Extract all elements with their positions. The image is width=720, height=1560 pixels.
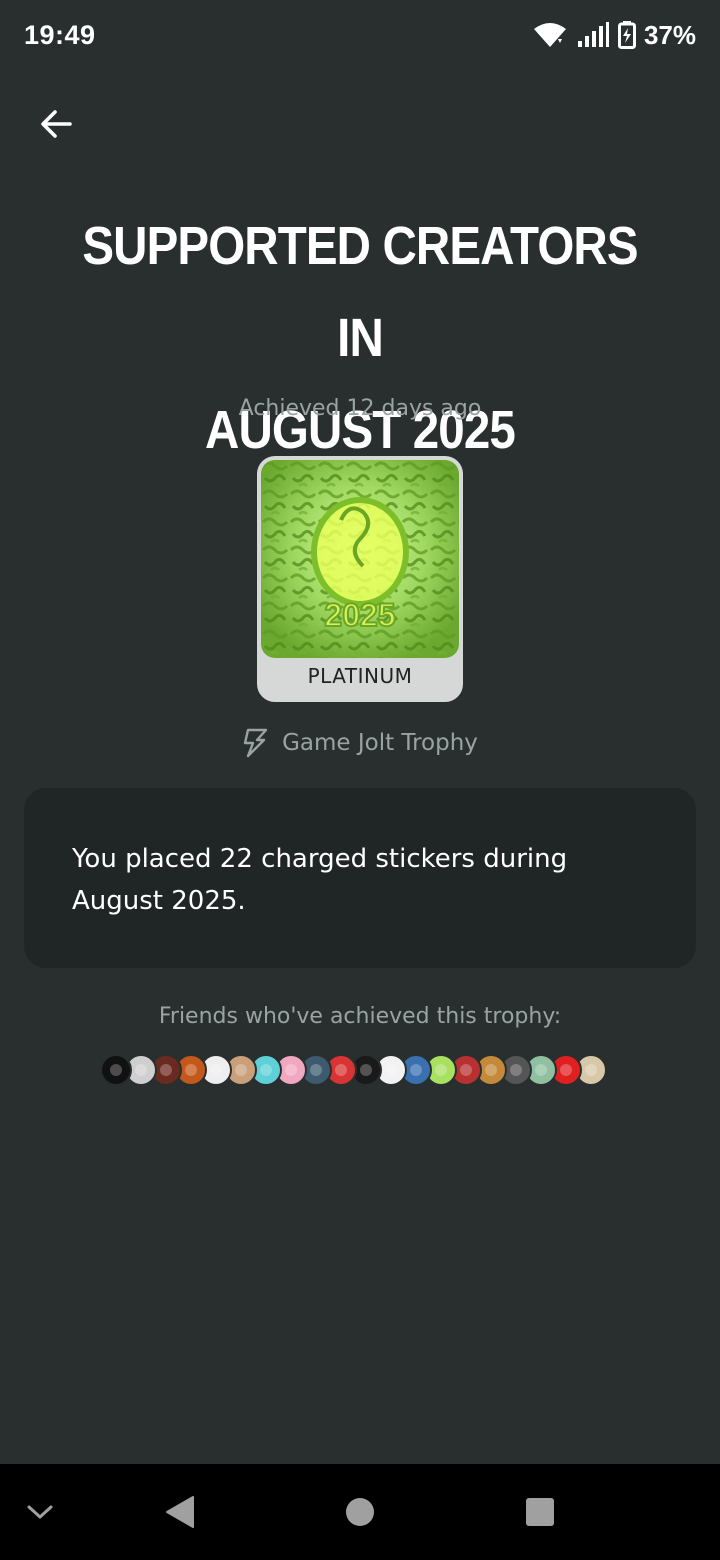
friends-avatar-list (100, 1054, 607, 1086)
avatar-face (210, 1064, 222, 1076)
avatar-face (185, 1064, 197, 1076)
avatar-face (535, 1064, 547, 1076)
avatar-face (335, 1064, 347, 1076)
friends-label: Friends who've achieved this trophy: (158, 1004, 562, 1029)
trophy-source: Game Jolt Trophy (0, 728, 720, 758)
status-time: 19:49 (24, 19, 96, 50)
avatar-face (360, 1064, 372, 1076)
trophy-source-label: Game Jolt Trophy (282, 730, 478, 756)
recents-nav-button[interactable] (520, 1492, 560, 1532)
trophy-image: 2025 (261, 460, 459, 658)
avatar-face (385, 1064, 397, 1076)
avatar-face (560, 1064, 572, 1076)
back-button[interactable] (30, 98, 82, 150)
back-nav-button[interactable] (160, 1492, 200, 1532)
trophy-title: SUPPORTED CREATORS IN AUGUST 2025 (82, 216, 638, 460)
triangle-back-icon (166, 1496, 194, 1528)
signal-icon (576, 21, 610, 49)
system-nav-bar (0, 1464, 720, 1560)
lightning-bolt-icon (243, 728, 268, 758)
avatar-face (510, 1064, 522, 1076)
avatar-face (285, 1064, 297, 1076)
hide-keyboard-button[interactable] (22, 1496, 58, 1528)
avatar-face (410, 1064, 422, 1076)
avatar-face (485, 1064, 497, 1076)
avatar-face (135, 1064, 147, 1076)
chevron-down-icon (27, 1505, 53, 1519)
trophy-description: You placed 22 charged stickers during Aug… (72, 844, 568, 916)
wifi-icon (532, 21, 568, 49)
avatar-face (310, 1064, 322, 1076)
friend-avatar[interactable] (100, 1054, 132, 1086)
trophy-card: 2025 PLATINUM (257, 456, 463, 702)
battery-percentage: 37% (643, 19, 696, 50)
avatar-face (260, 1064, 272, 1076)
avatar-face (460, 1064, 472, 1076)
status-icons: 37% (532, 20, 696, 51)
achieved-time: Achieved 12 days ago (238, 396, 482, 421)
avatar-face (435, 1064, 447, 1076)
circle-home-icon (346, 1498, 374, 1526)
trophy-tier: PLATINUM (307, 664, 413, 688)
home-nav-button[interactable] (340, 1492, 380, 1532)
trophy-description-card: You placed 22 charged stickers during Aug… (24, 788, 696, 968)
status-bar: 19:49 37% (0, 0, 720, 70)
square-recents-icon (526, 1498, 554, 1526)
trophy-year-text: 2025 (324, 597, 395, 633)
arrow-left-icon (41, 110, 72, 138)
battery-charging-icon (617, 21, 636, 49)
avatar-face (235, 1064, 247, 1076)
avatar-face (160, 1064, 172, 1076)
avatar-face (110, 1064, 122, 1076)
avatar-face (585, 1064, 597, 1076)
